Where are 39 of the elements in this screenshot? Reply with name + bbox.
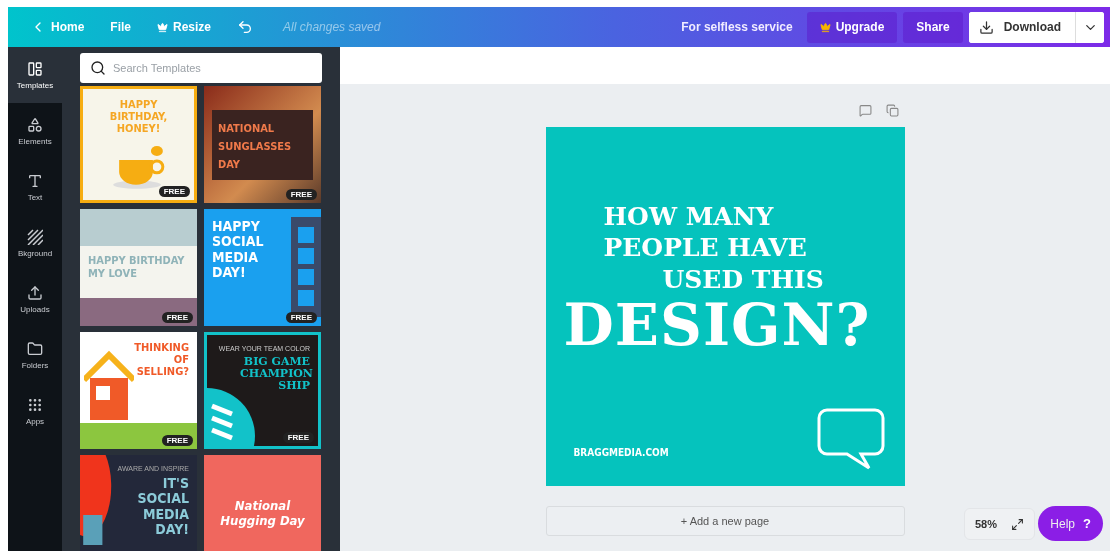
sidebar-tab[interactable]: Elements [8, 103, 62, 159]
template-headline: HAPPY BIRTHDAY MY LOVE [88, 255, 186, 280]
sidebar-tab[interactable]: Templates [8, 47, 62, 103]
template-thumbnail[interactable]: HAPPY SOCIAL MEDIA DAY! FREE [204, 209, 321, 326]
design-text: HOW MANY [602, 201, 775, 233]
upgrade-button[interactable]: Upgrade [806, 11, 898, 43]
sidebar-tab[interactable]: Apps [8, 383, 62, 439]
design-text: USED THIS [661, 263, 825, 295]
share-button[interactable]: Share [903, 11, 963, 43]
free-badge: FREE [282, 432, 314, 443]
template-thumbnail[interactable]: THINKING OF SELLING? FREE [80, 332, 197, 449]
sidebar-tab[interactable]: Uploads [8, 271, 62, 327]
design-footer: BRAGGMEDIA.COM [573, 447, 669, 458]
save-status: All changes saved [283, 20, 381, 34]
zoom-control[interactable]: 58% [963, 508, 1035, 540]
free-badge: FREE [158, 186, 190, 197]
template-headline: NATIONAL SUNGLASSES DAY [218, 121, 292, 171]
sidebar-tab[interactable]: Bkground [8, 215, 62, 271]
template-headline: IT'S SOCIAL MEDIA DAY! [136, 476, 189, 538]
search-field[interactable]: Search Templates [80, 53, 322, 83]
free-badge: FREE [161, 312, 193, 323]
template-thumbnail[interactable]: HAPPY BIRTHDAY MY LOVE FREE [80, 209, 197, 326]
free-badge: FREE [285, 312, 317, 323]
team-name: For selfless service [681, 20, 793, 34]
free-badge: FREE [161, 435, 193, 446]
template-headline: THINKING OF SELLING? [133, 342, 189, 379]
template-headline: National Hugging Day [219, 499, 306, 528]
design-text: DESIGN? [562, 294, 872, 356]
template-headline: HAPPY BIRTHDAY, HONEY! [108, 99, 169, 136]
sidebar-tab[interactable]: Folders [8, 327, 62, 383]
help-button[interactable]: Help ? [1038, 506, 1103, 541]
sidebar-tab[interactable]: Text [8, 159, 62, 215]
free-badge: FREE [285, 189, 317, 200]
download-button[interactable]: Download [968, 11, 1076, 43]
template-headline: HAPPY SOCIAL MEDIA DAY! [212, 219, 265, 281]
template-thumbnail[interactable]: HAPPY BIRTHDAY, HONEY! FREE [80, 86, 197, 203]
design-text: PEOPLE HAVE [602, 232, 808, 264]
add-page-button[interactable]: + Add a new page [545, 506, 905, 536]
template-thumbnail[interactable]: NATIONAL SUNGLASSES DAY FREE [204, 86, 321, 203]
